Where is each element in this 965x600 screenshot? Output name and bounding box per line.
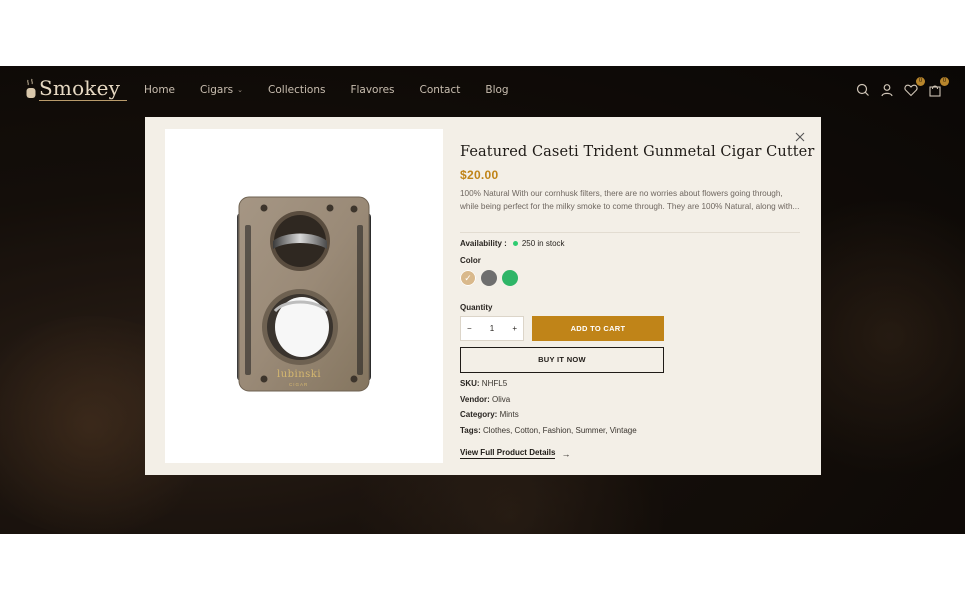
nav-item-flavores[interactable]: Flavores — [350, 84, 394, 96]
nav-item-label: Flavores — [350, 84, 395, 96]
quantity-label: Quantity — [460, 303, 493, 312]
tags-label: Tags: — [460, 426, 481, 435]
heart-icon[interactable]: 0 — [903, 77, 925, 98]
view-full-details-link[interactable]: View Full Product Details → — [460, 448, 570, 459]
buy-now-button[interactable]: BUY IT NOW — [460, 347, 664, 373]
color-swatch-beige[interactable]: ✓ — [460, 270, 476, 286]
wishlist-count-badge: 0 — [916, 77, 925, 86]
chevron-down-icon: ⌄ — [237, 86, 244, 94]
user-icon[interactable] — [879, 82, 895, 98]
nav-item-collections[interactable]: Collections — [268, 84, 325, 96]
sku-label: SKU: — [460, 379, 480, 388]
color-label: Color — [460, 256, 481, 265]
nav-item-label: Contact — [419, 84, 461, 96]
search-icon[interactable] — [855, 82, 871, 98]
quantity-increase-button[interactable]: + — [512, 324, 517, 333]
in-stock-dot-icon — [512, 241, 518, 246]
cart-count-badge: 0 — [940, 77, 949, 86]
close-icon[interactable] — [794, 130, 806, 142]
product-image-brand: lubinski — [277, 369, 322, 380]
main-nav: Home Cigars ⌄ Collections Flavores Contac… — [144, 84, 534, 96]
product-image: lubinski CIGAR — [165, 129, 443, 463]
nav-item-label: Collections — [268, 84, 326, 96]
vendor-row: Vendor: Oliva — [460, 395, 510, 404]
color-swatch-green[interactable] — [502, 270, 518, 286]
nav-item-label: Blog — [485, 84, 509, 96]
divider — [460, 232, 800, 233]
vendor-label: Vendor: — [460, 395, 490, 404]
logo-mark-icon — [25, 78, 37, 100]
availability-label: Availability : — [460, 239, 507, 248]
availability: Availability : 250 in stock — [460, 239, 565, 248]
nav-item-cigars[interactable]: Cigars ⌄ — [200, 84, 243, 96]
nav-item-label: Cigars — [200, 84, 234, 96]
arrow-right-icon: → — [561, 448, 571, 459]
category-value[interactable]: Mints — [500, 410, 519, 419]
cigar-cutter-illustration — [237, 196, 371, 392]
quantity-stepper: − 1 + — [460, 316, 524, 341]
nav-item-contact[interactable]: Contact — [420, 84, 461, 96]
logo-text: Smokey — [39, 76, 121, 100]
product-title: Featured Caseti Trident Gunmetal Cigar C… — [460, 144, 815, 160]
sku-row: SKU: NHFL5 — [460, 379, 507, 388]
add-to-cart-button[interactable]: ADD TO CART — [532, 316, 664, 341]
quantity-decrease-button[interactable]: − — [467, 324, 472, 333]
category-row: Category: Mints — [460, 410, 519, 419]
product-description: 100% Natural With our cornhusk filters, … — [460, 189, 800, 211]
view-full-details-label: View Full Product Details — [460, 448, 556, 459]
check-icon: ✓ — [464, 273, 472, 283]
tags-value[interactable]: Clothes, Cotton, Fashion, Summer, Vintag… — [483, 426, 637, 435]
color-swatch-gray[interactable] — [481, 270, 497, 286]
quantity-value[interactable]: 1 — [490, 324, 494, 333]
site-logo[interactable]: Smokey — [25, 76, 127, 101]
nav-item-blog[interactable]: Blog — [485, 84, 508, 96]
bag-icon[interactable]: 0 — [927, 77, 949, 98]
product-image-brand-sub: CIGAR — [289, 382, 309, 387]
logo-underline — [39, 100, 127, 101]
color-swatches: ✓ — [460, 270, 523, 286]
vendor-value[interactable]: Oliva — [492, 395, 510, 404]
sku-value: NHFL5 — [481, 379, 508, 388]
category-label: Category: — [460, 410, 498, 419]
nav-item-home[interactable]: Home — [144, 84, 175, 96]
availability-value: 250 in stock — [521, 239, 565, 248]
product-price: $20.00 — [460, 168, 499, 182]
header-icons: 0 0 — [855, 77, 951, 98]
tags-row: Tags: Clothes, Cotton, Fashion, Summer, … — [460, 426, 637, 435]
nav-item-label: Home — [144, 84, 176, 96]
